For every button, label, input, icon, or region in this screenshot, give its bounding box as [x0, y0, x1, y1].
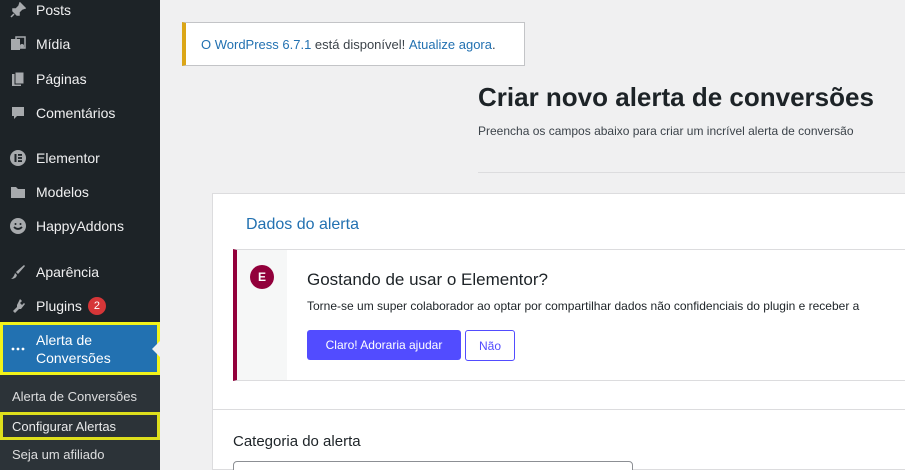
menu-item-media[interactable]: Mídia — [0, 27, 160, 61]
opt-in-button[interactable]: Claro! Adoraria ajudar — [307, 330, 461, 360]
submenu: Alerta de Conversões Configurar Alertas … — [0, 375, 160, 470]
decline-button[interactable]: Não — [465, 330, 515, 361]
notice-text: está disponível! — [311, 36, 409, 52]
plugin-icon — [8, 296, 28, 316]
update-now-link[interactable]: Atualize agora — [409, 37, 492, 52]
menu-item-elementor[interactable]: Elementor — [0, 141, 160, 175]
page-subtitle: Preencha os campos abaixo para criar um … — [478, 124, 854, 138]
pages-icon — [8, 69, 28, 89]
alert-category-select[interactable] — [233, 461, 633, 470]
menu-item-comments[interactable]: Comentários — [0, 96, 160, 130]
elementor-icon — [8, 148, 28, 168]
alert-category-label: Categoria do alerta — [233, 433, 361, 450]
menu-label: Plugins — [36, 298, 82, 314]
menu-item-posts[interactable]: Posts — [0, 0, 160, 27]
promo-text: Torne-se um super colaborador ao optar p… — [307, 299, 860, 313]
update-notice: O WordPress 6.7.1 está disponível! Atual… — [182, 22, 525, 66]
brush-icon — [8, 262, 28, 282]
promo-icon-column: E — [237, 250, 287, 380]
card-separator — [212, 409, 905, 410]
update-count-badge: 2 — [87, 297, 106, 315]
happy-icon — [8, 216, 28, 236]
notice-period: . — [492, 36, 496, 52]
menu-label: Posts — [36, 2, 72, 18]
tab-dados-do-alerta[interactable]: Dados do alerta — [246, 216, 359, 234]
dots-icon — [8, 339, 28, 359]
menu-item-alerta-conversoes[interactable]: Alerta de Conversões — [0, 322, 160, 375]
menu-label: Elementor — [36, 150, 100, 166]
active-arrow-indicator — [152, 341, 160, 357]
wordpress-version-link[interactable]: O WordPress 6.7.1 — [201, 37, 311, 52]
menu-label: Comentários — [36, 105, 116, 121]
page-title: Criar novo alerta de conversões — [478, 82, 874, 112]
comment-icon — [8, 103, 28, 123]
media-icon — [8, 34, 28, 54]
folder-icon — [8, 182, 28, 202]
menu-active-label-line2: Conversões — [36, 349, 111, 366]
submenu-item-alerta-conversoes[interactable]: Alerta de Conversões — [0, 382, 160, 410]
heading-divider — [478, 172, 905, 173]
menu-item-plugins[interactable]: Plugins 2 — [0, 289, 160, 323]
menu-label: Modelos — [36, 184, 89, 200]
menu-item-happyaddons[interactable]: HappyAddons — [0, 209, 160, 243]
submenu-item-seja-afiliado[interactable]: Seja um afiliado — [0, 440, 160, 468]
submenu-item-configurar-alertas[interactable]: Configurar Alertas — [0, 412, 160, 440]
elementor-logo-icon: E — [250, 265, 274, 289]
menu-item-pages[interactable]: Páginas — [0, 62, 160, 96]
menu-active-label: Alerta de Conversões — [36, 331, 111, 367]
menu-label: HappyAddons — [36, 218, 124, 234]
pin-icon — [8, 0, 28, 20]
menu-label: Páginas — [36, 71, 87, 87]
menu-active-label-line1: Alerta de — [36, 331, 93, 348]
menu-label: Aparência — [36, 264, 100, 280]
promo-title: Gostando de usar o Elementor? — [307, 270, 548, 289]
elementor-promo-notice: E Gostando de usar o Elementor? Torne-se… — [233, 249, 905, 381]
admin-sidebar: Posts Mídia Páginas Comentários Elemento… — [0, 0, 160, 470]
menu-item-appearance[interactable]: Aparência — [0, 255, 160, 289]
menu-label: Mídia — [36, 36, 71, 52]
menu-item-templates[interactable]: Modelos — [0, 175, 160, 209]
